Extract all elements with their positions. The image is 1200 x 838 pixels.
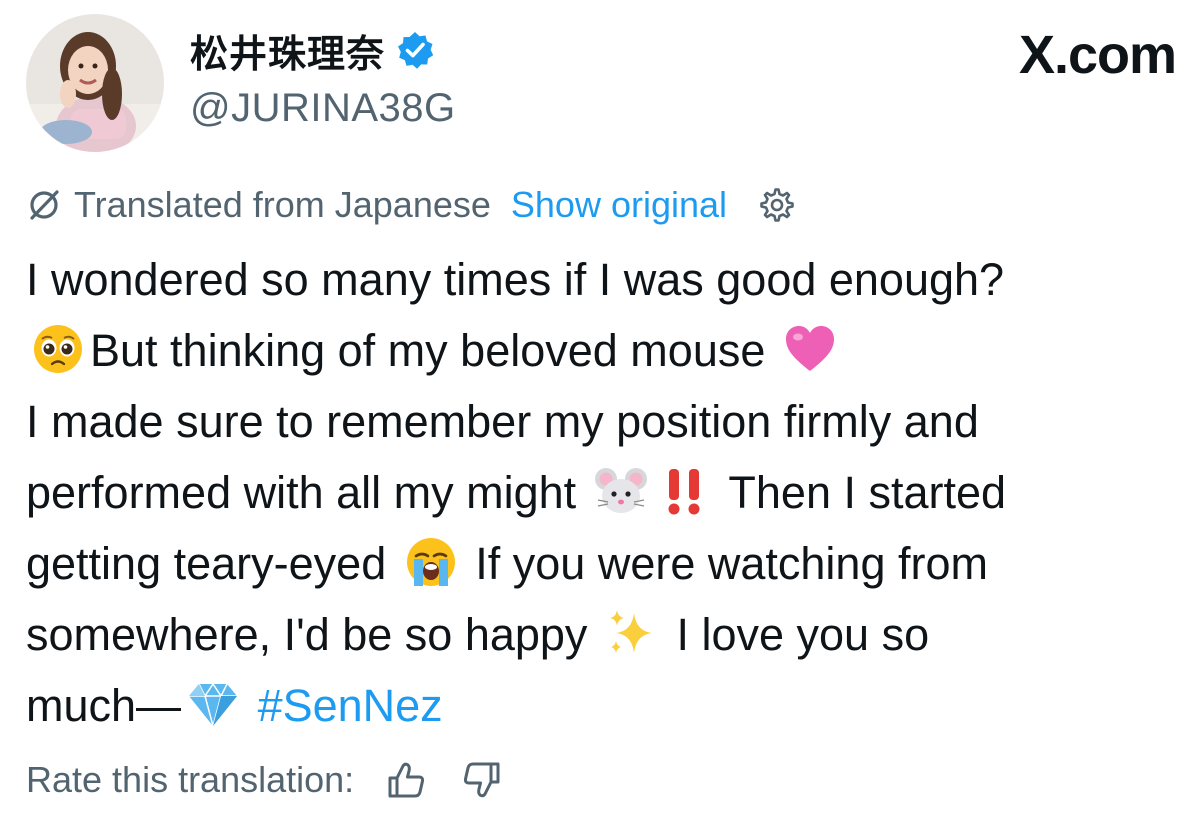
verified-badge-icon: [395, 30, 435, 70]
translated-label: Translated from Japanese: [74, 184, 491, 225]
pleading-face-emoji: [30, 321, 86, 377]
translation-bar: Translated from Japanese Show original: [26, 180, 797, 230]
avatar[interactable]: [26, 14, 164, 152]
tweet-text: I wondered so many times if I was good e…: [26, 244, 1176, 741]
hashtag-link[interactable]: #SenNez: [258, 680, 443, 731]
thumbs-down-icon[interactable]: [460, 758, 504, 802]
tweet-text-segment: Then I started: [728, 467, 1007, 518]
tweet-text-segment: I wondered so many times if I was good e…: [26, 254, 1005, 305]
mouse-face-emoji: [593, 463, 649, 519]
tweet-line: much— #SenNez: [26, 670, 1176, 741]
gem-stone-emoji: [185, 676, 241, 732]
rate-translation-label: Rate this translation:: [26, 759, 355, 800]
tweet-header: 松井珠理奈 @JURINA38G X.com: [26, 12, 1177, 152]
loudly-crying-face-emoji: [403, 534, 459, 590]
user-handle[interactable]: @JURINA38G: [190, 86, 456, 131]
rate-translation-bar: Rate this translation:: [26, 752, 504, 808]
tweet-text-segment: getting teary-eyed: [26, 538, 387, 589]
thumbs-up-icon[interactable]: [384, 758, 428, 802]
sparkles-emoji: [604, 605, 660, 661]
tweet-text-segment: much—: [26, 680, 182, 731]
double-exclamation-emoji: [657, 463, 713, 519]
display-name[interactable]: 松井珠理奈: [190, 23, 385, 78]
tweet-line: performed with all my might Then I start…: [26, 457, 1176, 528]
tweet-text-segment: performed with all my might: [26, 467, 577, 518]
tweet-line: But thinking of my beloved mouse: [26, 315, 1176, 386]
pink-heart-emoji: [782, 321, 838, 377]
tweet-text-segment: If you were watching from: [475, 538, 988, 589]
tweet-line: somewhere, I'd be so happy I love you so: [26, 599, 1176, 670]
tweet-text-segment: But thinking of my beloved mouse: [90, 325, 766, 376]
show-original-link[interactable]: Show original: [511, 184, 727, 226]
name-row: 松井珠理奈: [190, 20, 435, 80]
tweet-text-segment: somewhere, I'd be so happy: [26, 609, 588, 660]
tweet-line: I made sure to remember my position firm…: [26, 386, 1176, 457]
tweet-line: getting teary-eyed If you were watching …: [26, 528, 1176, 599]
tweet-text-segment: I made sure to remember my position firm…: [26, 396, 979, 447]
tweet-line: I wondered so many times if I was good e…: [26, 244, 1176, 315]
site-logo-text: X.com: [1018, 25, 1177, 85]
gear-icon[interactable]: [757, 185, 797, 225]
translate-icon: [26, 187, 62, 223]
site-logo: X.com: [1018, 24, 1177, 86]
tweet-text-segment: I love you so: [676, 609, 930, 660]
